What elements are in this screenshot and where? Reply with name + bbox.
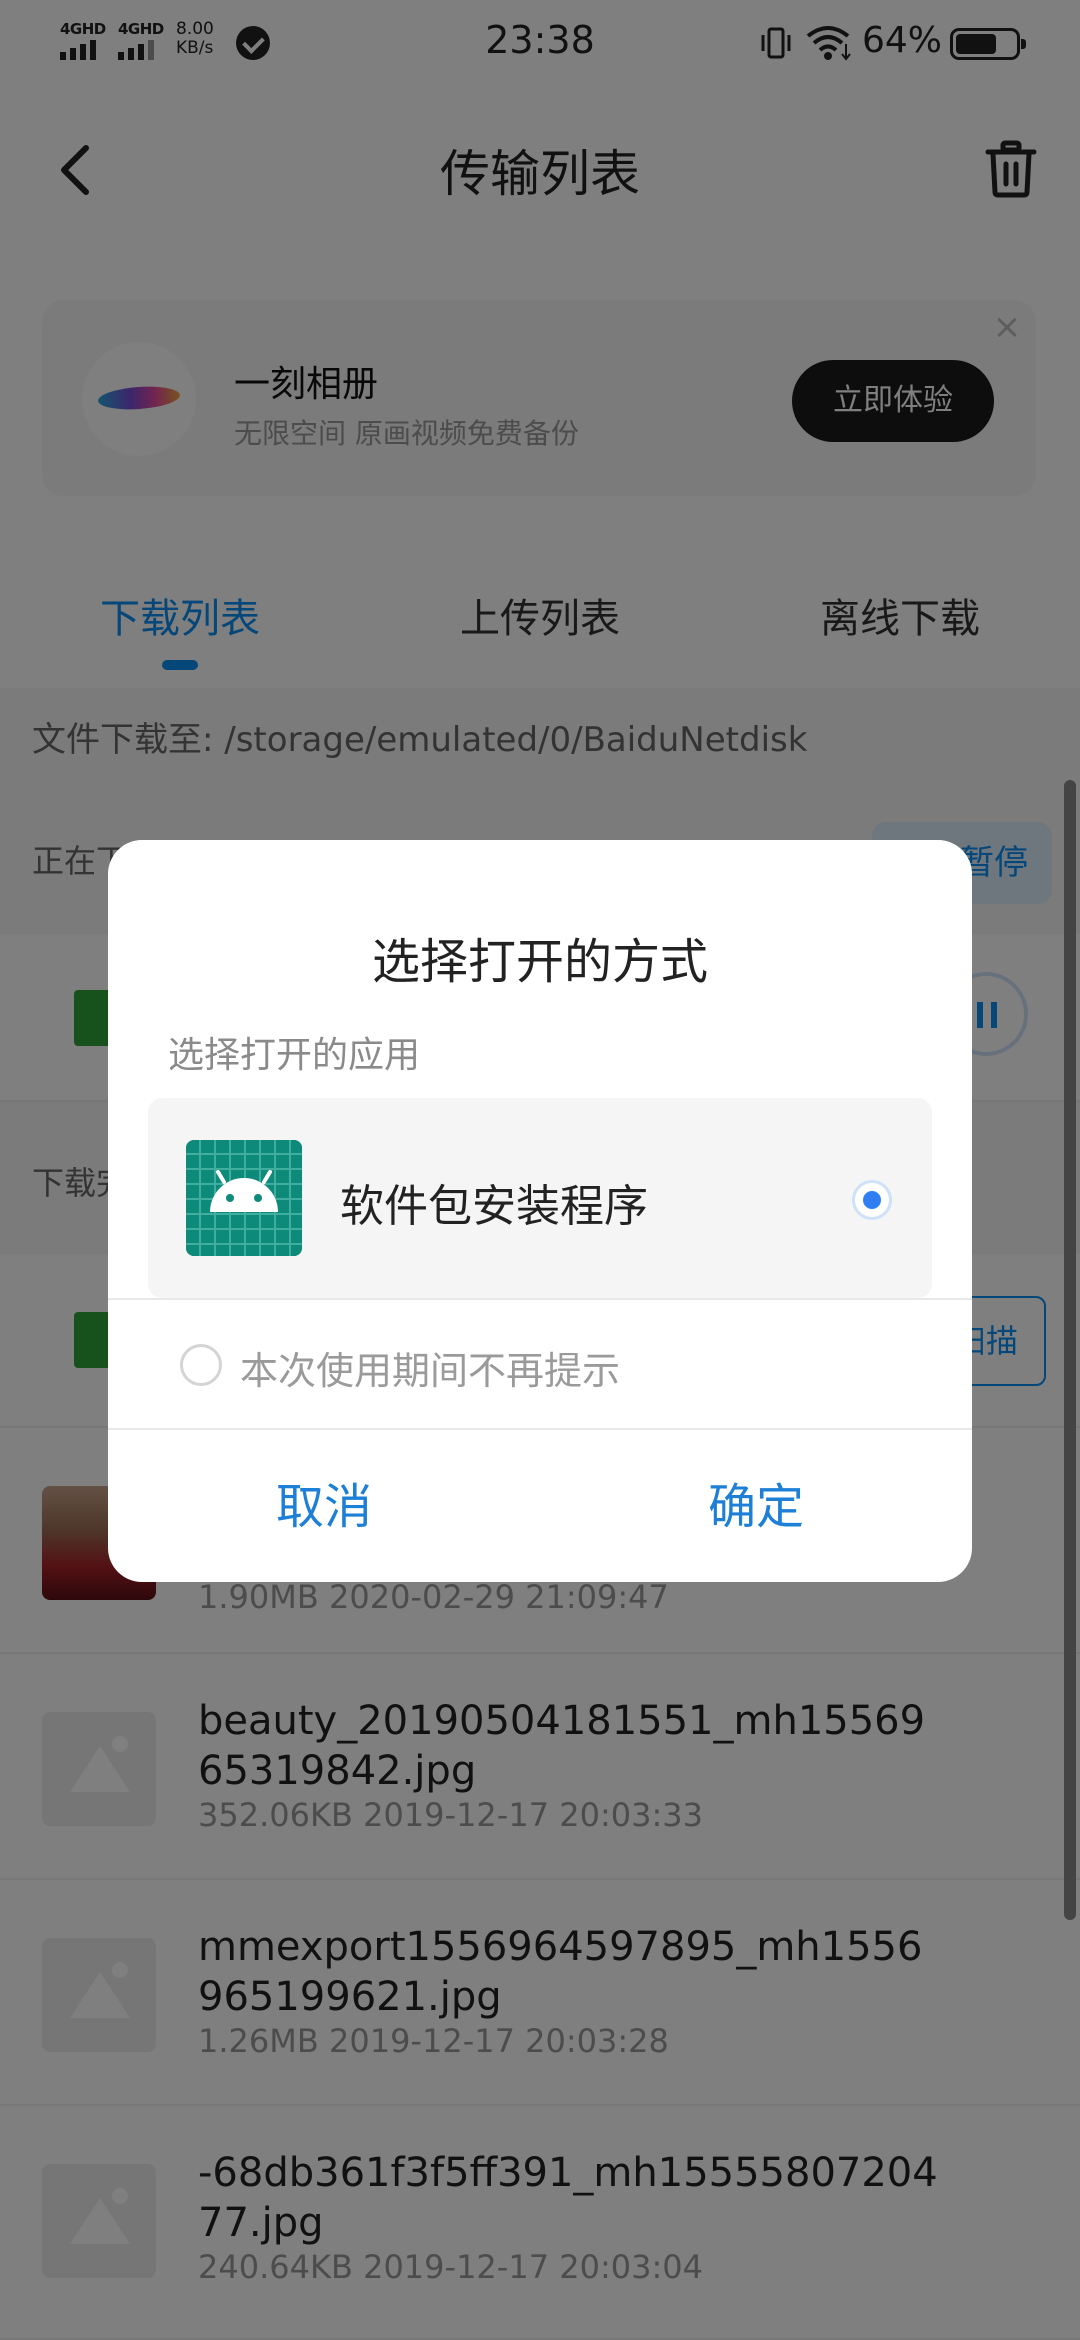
- no-remind-label: 本次使用期间不再提示: [240, 1349, 621, 1393]
- no-remind-radio[interactable]: [180, 1344, 222, 1386]
- divider: [108, 1298, 972, 1300]
- app-option-package-installer[interactable]: 软件包安装程序: [148, 1098, 932, 1298]
- app-option-label: 软件包安装程序: [340, 1181, 648, 1232]
- open-with-dialog: 选择打开的方式 选择打开的应用 软件包安装程序 本次使用期间不再提示 取消 确定: [108, 840, 972, 1582]
- divider: [108, 1428, 972, 1430]
- dialog-title: 选择打开的方式: [371, 934, 708, 990]
- app-option-radio[interactable]: [852, 1180, 892, 1220]
- dialog-subtitle: 选择打开的应用: [168, 1035, 421, 1076]
- no-remind-option[interactable]: 本次使用期间不再提示: [108, 1302, 972, 1428]
- cancel-button[interactable]: 取消: [108, 1432, 540, 1582]
- confirm-button[interactable]: 确定: [540, 1432, 972, 1582]
- android-package-installer-icon: [186, 1140, 302, 1256]
